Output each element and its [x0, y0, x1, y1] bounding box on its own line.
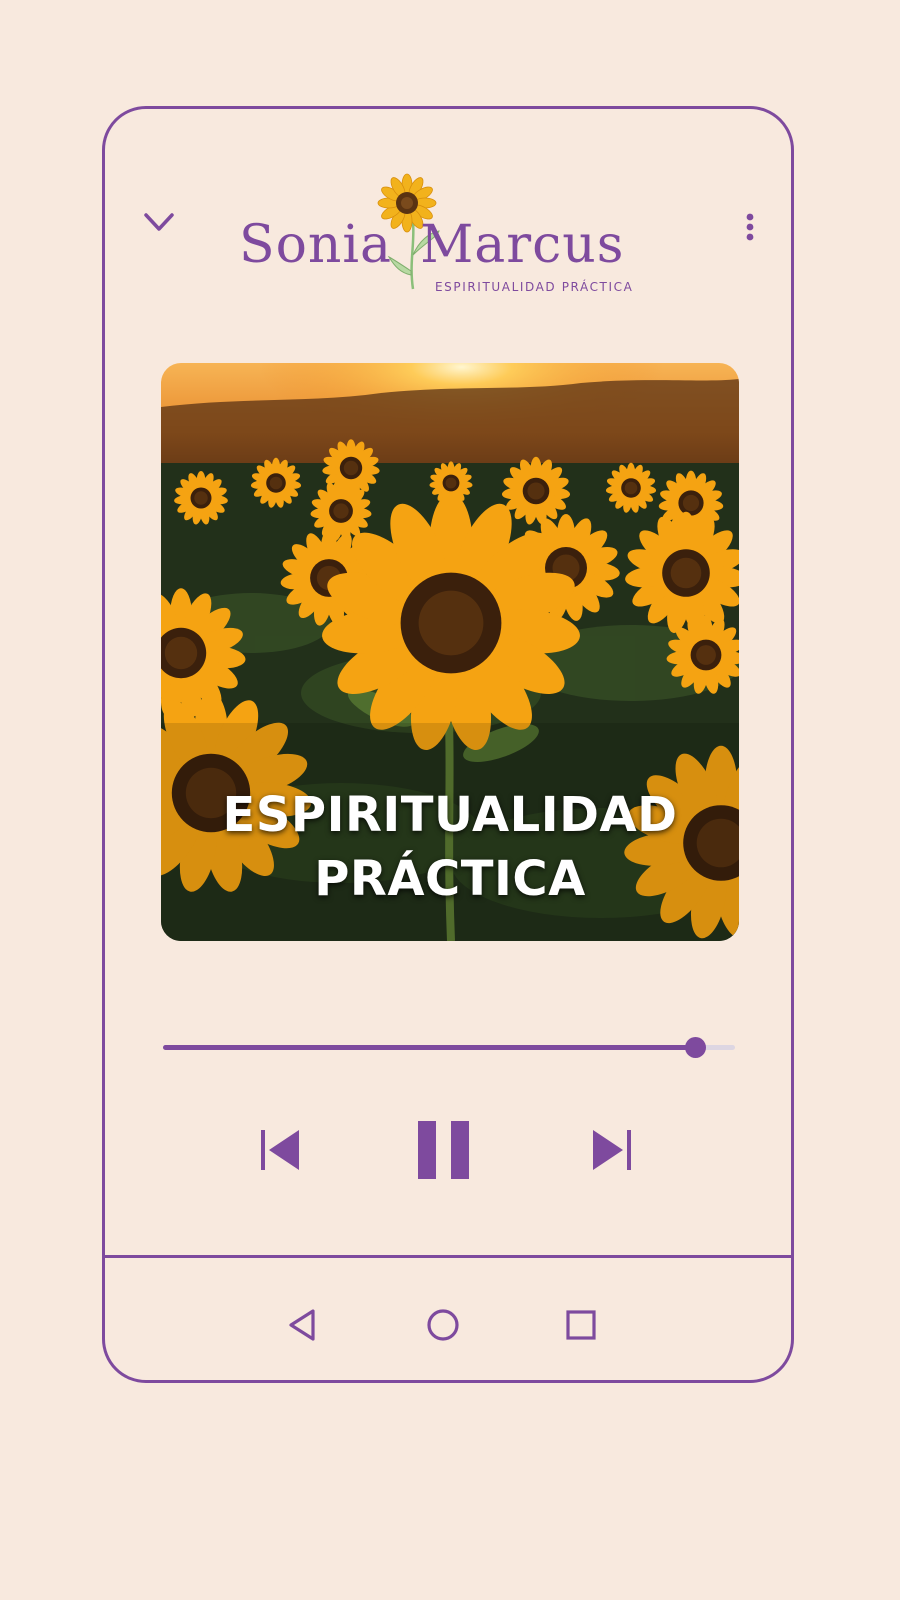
- progress-thumb[interactable]: [684, 1037, 706, 1058]
- skip-next-icon: [593, 1130, 631, 1170]
- nav-back-button[interactable]: [285, 1307, 321, 1343]
- phone-frame: Sonia Marcus ESPIRITUALIDAD PRÁCTICA ESP…: [102, 106, 794, 1383]
- cover-title: ESPIRITUALIDAD PRÁCTICA: [161, 783, 739, 911]
- logo-last-name: Marcus: [420, 215, 625, 275]
- brand-logo: Sonia Marcus ESPIRITUALIDAD PRÁCTICA: [233, 171, 663, 301]
- nav-recents-button[interactable]: [563, 1307, 599, 1343]
- progress-fill: [163, 1045, 695, 1050]
- navbar-divider: [105, 1255, 791, 1258]
- more-vertical-icon: [746, 213, 754, 241]
- next-track-button[interactable]: [589, 1127, 635, 1173]
- skip-previous-icon: [261, 1130, 299, 1170]
- square-recents-icon: [566, 1310, 596, 1340]
- triangle-back-icon: [289, 1309, 315, 1341]
- more-options-button[interactable]: [743, 209, 757, 249]
- circle-home-icon: [427, 1309, 459, 1341]
- pause-button[interactable]: [415, 1119, 475, 1181]
- cover-title-line-2: PRÁCTICA: [314, 851, 586, 907]
- logo-wordmark: Sonia Marcus: [239, 215, 624, 275]
- pause-icon: [418, 1121, 469, 1179]
- chevron-down-icon: [144, 213, 174, 231]
- cover-title-line-1: ESPIRITUALIDAD: [222, 787, 678, 843]
- previous-track-button[interactable]: [257, 1127, 303, 1173]
- logo-tagline: ESPIRITUALIDAD PRÁCTICA: [435, 280, 634, 294]
- album-cover: ESPIRITUALIDAD PRÁCTICA: [161, 363, 739, 941]
- collapse-button[interactable]: [141, 209, 181, 239]
- playback-progress-slider[interactable]: [163, 1035, 735, 1059]
- nav-home-button[interactable]: [425, 1307, 461, 1343]
- logo-first-name: Sonia: [239, 215, 393, 275]
